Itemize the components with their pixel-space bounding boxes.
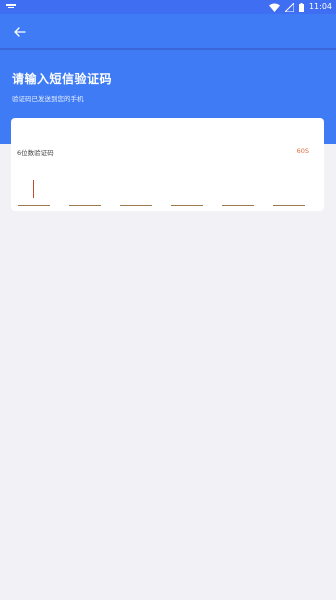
resend-countdown[interactable]: 60S (297, 147, 309, 155)
status-icons: 11:04 (268, 0, 332, 14)
code-digit-input[interactable] (69, 176, 101, 206)
header-divider (0, 48, 336, 50)
code-digit-underline (120, 205, 152, 206)
verification-card: 6位数验证码 60S (11, 118, 324, 211)
status-bar: 11:04 (0, 0, 336, 14)
input-caret (33, 180, 34, 198)
back-button[interactable] (10, 22, 30, 42)
notification-icon (6, 4, 16, 8)
code-digit-input[interactable] (171, 176, 203, 206)
code-label: 6位数验证码 (17, 149, 54, 157)
arrow-left-icon (14, 27, 26, 37)
code-digit-underline (18, 205, 50, 206)
code-digit-underline (222, 205, 254, 206)
code-digit-input[interactable] (18, 176, 50, 206)
page-title: 请输入短信验证码 (12, 72, 113, 86)
code-digit-underline (171, 205, 203, 206)
code-digit-input[interactable] (120, 176, 152, 206)
signal-icon (284, 2, 294, 12)
code-digit-input[interactable] (273, 176, 305, 206)
battery-icon (298, 2, 304, 12)
code-digit-input[interactable] (222, 176, 254, 206)
status-time: 11:04 (308, 2, 332, 11)
code-digit-underline (69, 205, 101, 206)
wifi-icon (268, 3, 280, 12)
page-subtitle: 验证码已发送到您的手机 (12, 95, 84, 103)
code-digit-underline (273, 205, 305, 206)
